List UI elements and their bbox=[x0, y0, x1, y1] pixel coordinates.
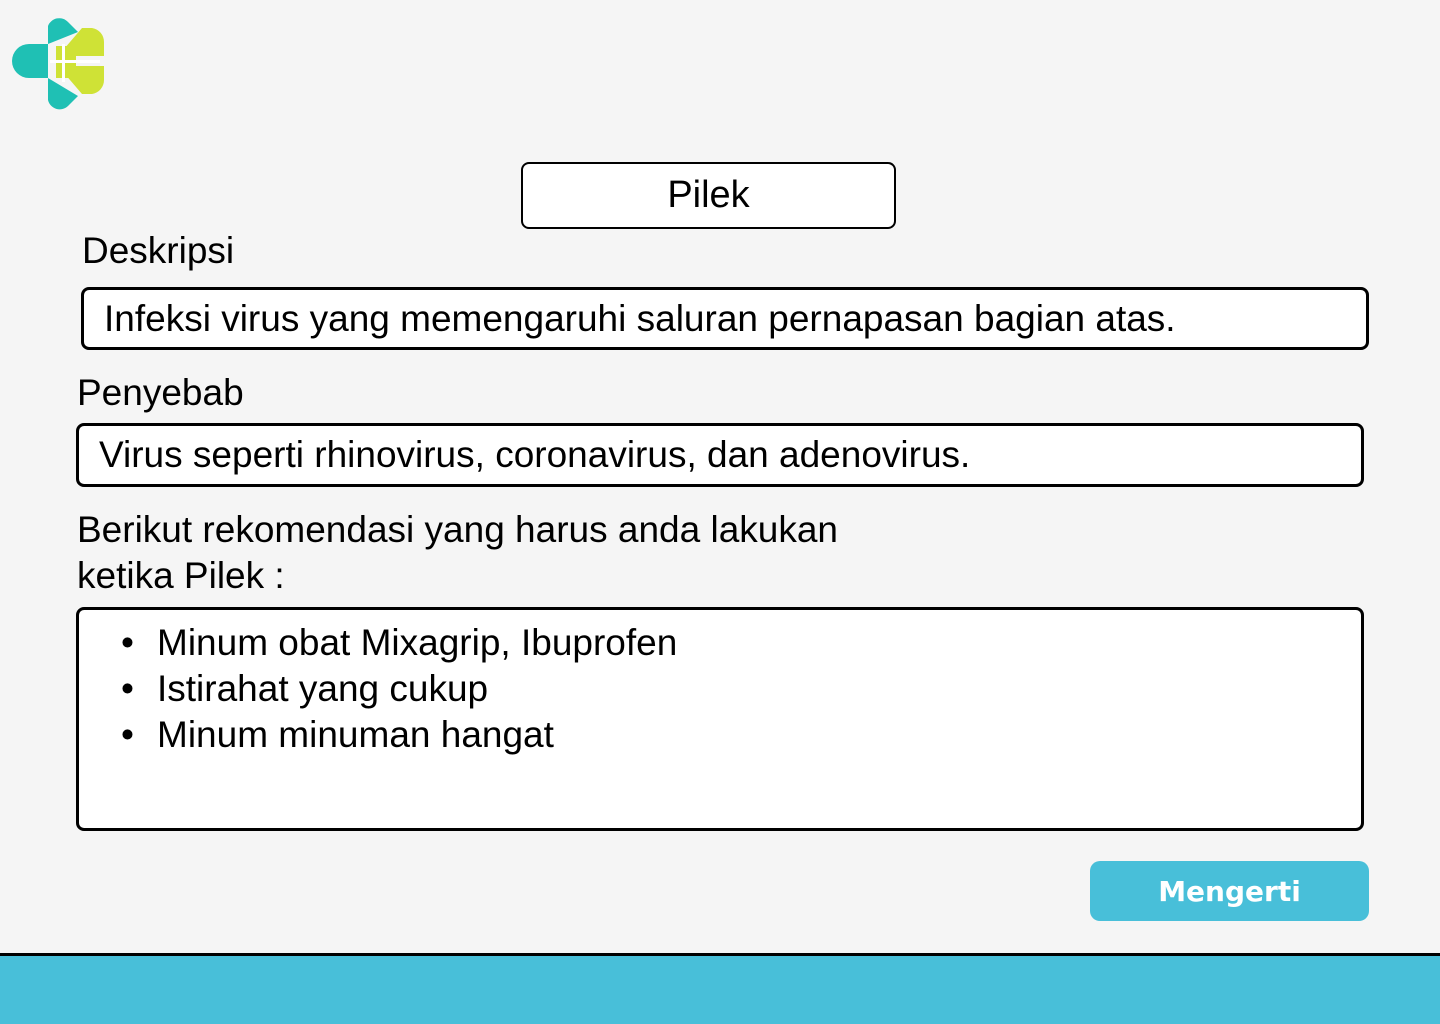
list-item: • Minum minuman hangat bbox=[121, 712, 1361, 758]
recommendation-box: • Minum obat Mixagrip, Ibuprofen • Istir… bbox=[76, 607, 1364, 831]
footer-bar bbox=[0, 953, 1440, 1024]
list-item-text: Minum minuman hangat bbox=[157, 714, 554, 755]
cause-label: Penyebab bbox=[77, 372, 244, 413]
confirm-button[interactable]: Mengerti bbox=[1090, 861, 1369, 921]
bullet-icon: • bbox=[121, 668, 134, 709]
bullet-icon: • bbox=[121, 714, 134, 755]
recommendation-heading-line2: ketika Pilek : bbox=[77, 555, 285, 596]
disease-title: Pilek bbox=[521, 162, 896, 229]
kemenkes-logo-icon bbox=[12, 14, 106, 112]
list-item-text: Minum obat Mixagrip, Ibuprofen bbox=[157, 622, 678, 663]
recommendation-heading-line1: Berikut rekomendasi yang harus anda laku… bbox=[77, 509, 839, 550]
list-item: • Istirahat yang cukup bbox=[121, 666, 1361, 712]
list-item: • Minum obat Mixagrip, Ibuprofen bbox=[121, 620, 1361, 666]
list-item-text: Istirahat yang cukup bbox=[157, 668, 489, 709]
description-field: Infeksi virus yang memengaruhi saluran p… bbox=[81, 287, 1369, 350]
description-label: Deskripsi bbox=[82, 230, 235, 271]
bullet-icon: • bbox=[121, 622, 134, 663]
cause-field: Virus seperti rhinovirus, coronavirus, d… bbox=[76, 423, 1364, 487]
recommendation-list: • Minum obat Mixagrip, Ibuprofen • Istir… bbox=[79, 610, 1361, 758]
